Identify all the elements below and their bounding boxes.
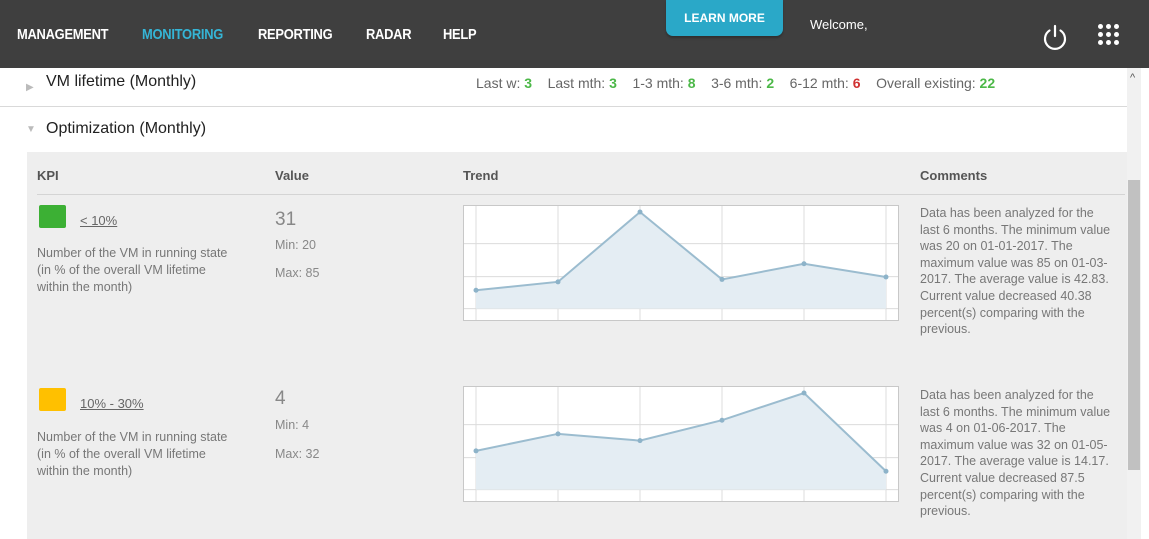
trend-point xyxy=(637,438,643,444)
status-indicator-yellow xyxy=(39,388,66,411)
nav-management[interactable]: MANAGEMENT xyxy=(17,26,109,43)
kpi-description: Number of the VM in running state (in % … xyxy=(37,430,228,478)
stat-value: 6 xyxy=(852,75,861,91)
kpi-comment: Data has been analyzed for the last 6 mo… xyxy=(920,388,1111,519)
header-comments: Comments xyxy=(920,168,988,183)
header-value: Value xyxy=(275,168,309,183)
learn-more-button[interactable]: LEARN MORE xyxy=(666,0,783,36)
kpi-min: Min: 4 xyxy=(275,418,310,432)
trend-point xyxy=(555,279,561,285)
power-icon[interactable] xyxy=(1040,22,1070,52)
nav-radar[interactable]: RADAR xyxy=(366,26,412,43)
kpi-link[interactable]: < 10% xyxy=(80,213,117,228)
stat-value: 3 xyxy=(609,75,617,91)
optimization-panel: KPI Value Trend Comments < 10% Number of… xyxy=(27,152,1127,539)
status-indicator-green xyxy=(39,205,66,228)
trend-area xyxy=(476,212,886,309)
top-navigation-bar: MANAGEMENT MONITORING REPORTING RADAR HE… xyxy=(0,0,1149,68)
stat-label: 3-6 mth: xyxy=(711,75,763,91)
trend-point xyxy=(719,417,725,423)
scrollbar-thumb[interactable] xyxy=(1128,180,1140,470)
kpi-comment: Data has been analyzed for the last 6 mo… xyxy=(920,206,1111,337)
collapse-arrow-icon[interactable]: ▼ xyxy=(26,124,36,135)
kpi-link[interactable]: 10% - 30% xyxy=(80,396,144,411)
apps-grid-icon[interactable] xyxy=(1096,22,1122,48)
optimization-title[interactable]: Optimization (Monthly) xyxy=(46,120,206,138)
header-kpi: KPI xyxy=(37,168,59,183)
stat-label: 6-12 mth: xyxy=(789,75,849,91)
kpi-value: 31 xyxy=(275,209,297,230)
trend-point xyxy=(473,287,479,293)
scroll-up-icon[interactable]: ^ xyxy=(1130,72,1135,84)
trend-point xyxy=(801,261,807,267)
expand-arrow-icon[interactable]: ▶ xyxy=(26,82,34,93)
stat-label: 1-3 mth: xyxy=(632,75,684,91)
vm-lifetime-stats: Last w: 3 Last mth: 3 1-3 mth: 8 3-6 mth… xyxy=(476,75,995,91)
trend-point xyxy=(883,274,889,280)
trend-chart xyxy=(463,386,899,502)
trend-area xyxy=(476,393,886,490)
stat-value: 2 xyxy=(766,75,775,91)
nav-reporting[interactable]: REPORTING xyxy=(258,26,333,43)
welcome-text: Welcome, xyxy=(810,17,868,32)
nav-monitoring[interactable]: MONITORING xyxy=(142,26,223,43)
kpi-min: Min: 20 xyxy=(275,238,316,252)
vm-lifetime-title[interactable]: VM lifetime (Monthly) xyxy=(46,73,196,91)
stat-label: Last w: xyxy=(476,75,521,91)
trend-point xyxy=(555,431,561,437)
trend-point xyxy=(637,209,643,215)
trend-point xyxy=(473,448,479,454)
trend-chart xyxy=(463,205,899,321)
trend-point xyxy=(801,390,807,396)
stat-value: 3 xyxy=(524,75,533,91)
kpi-max: Max: 85 xyxy=(275,266,320,280)
stat-value: 8 xyxy=(687,75,696,91)
stat-label: Last mth: xyxy=(547,75,606,91)
header-divider xyxy=(37,194,1125,195)
header-trend: Trend xyxy=(463,168,499,183)
stat-value: 22 xyxy=(979,75,996,91)
trend-point xyxy=(883,468,889,474)
kpi-value: 4 xyxy=(275,388,286,409)
kpi-max: Max: 32 xyxy=(275,447,320,461)
stat-label: Overall existing: xyxy=(876,75,976,91)
kpi-description: Number of the VM in running state (in % … xyxy=(37,246,228,294)
trend-point xyxy=(719,276,725,282)
nav-help[interactable]: HELP xyxy=(443,26,477,43)
